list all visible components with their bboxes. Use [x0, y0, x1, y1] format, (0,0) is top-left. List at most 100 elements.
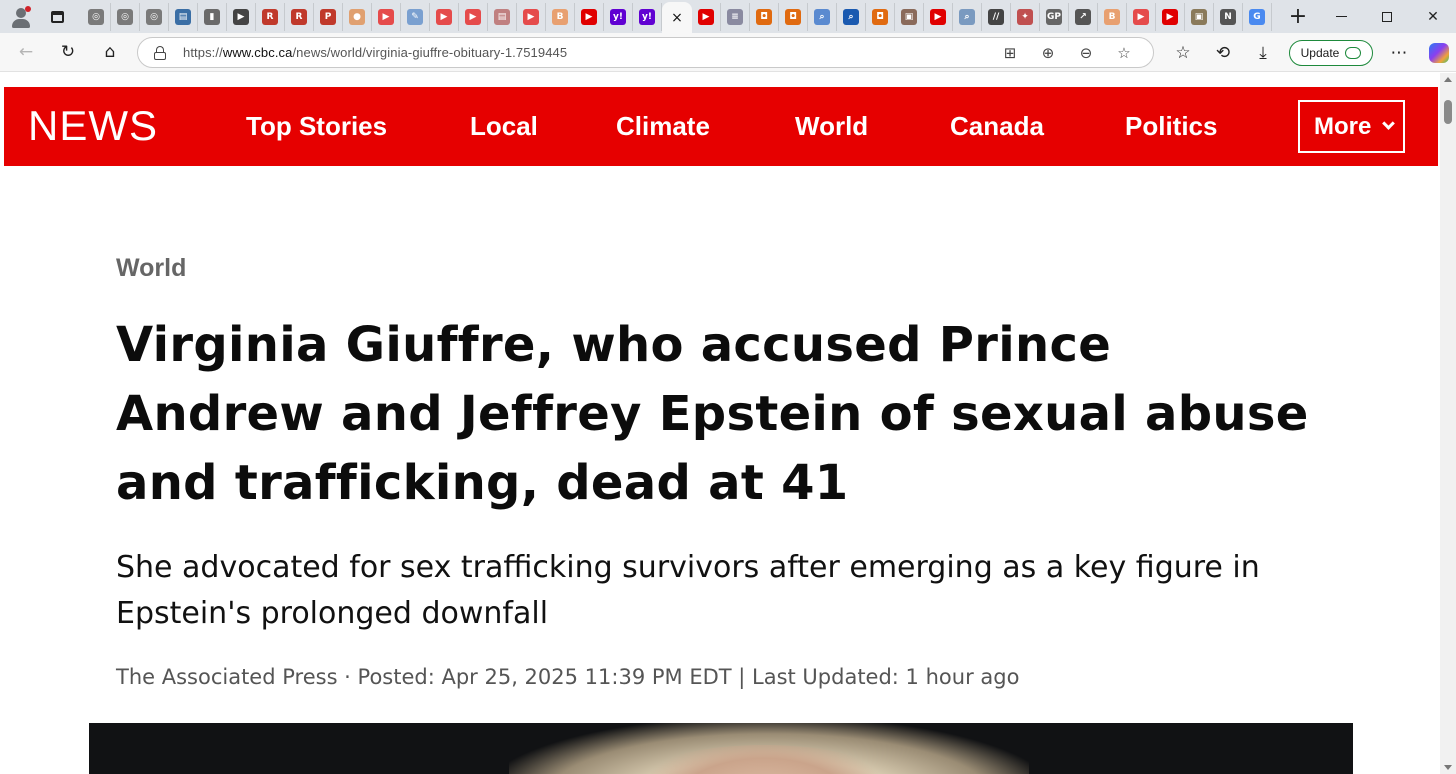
slashes-icon: //	[988, 8, 1004, 25]
youtube-icon: ▶	[378, 8, 394, 25]
active-tab[interactable]: ×	[662, 2, 692, 33]
back-arrow-icon[interactable]: ←	[8, 36, 44, 68]
maximize-button[interactable]	[1364, 0, 1410, 33]
r-logo-icon: R	[262, 8, 278, 25]
browser-tab[interactable]: ✎	[401, 2, 430, 31]
browser-tab[interactable]: ▮	[198, 2, 227, 31]
close-tab-icon[interactable]: ×	[671, 10, 683, 26]
browser-tab[interactable]: ▶	[459, 2, 488, 31]
history-icon[interactable]: ⟲	[1203, 37, 1243, 69]
globe-icon: ◎	[88, 8, 104, 25]
browser-tab[interactable]: ◎	[111, 2, 140, 31]
browser-tab[interactable]: ↗	[1069, 2, 1098, 31]
globe-icon: ◎	[117, 8, 133, 25]
nav-local[interactable]: Local	[470, 111, 538, 141]
more-label: More	[1314, 112, 1372, 140]
browser-tab[interactable]: B	[1098, 2, 1127, 31]
browser-tab[interactable]: GP	[1040, 2, 1069, 31]
r-logo-icon: R	[291, 8, 307, 25]
nav-top-stories[interactable]: Top Stories	[246, 111, 387, 141]
bookmark-icon: ◘	[872, 8, 888, 25]
browser-tab[interactable]: N	[1214, 2, 1243, 31]
browser-tab[interactable]: ⌕	[953, 2, 982, 31]
page-scrollbar[interactable]	[1440, 73, 1456, 774]
browser-tab[interactable]: ◘	[750, 2, 779, 31]
apps-icon[interactable]: ⊞	[991, 44, 1029, 62]
tab-list: ◎ ◎ ◎ ▤ ▮ ▶ R R P ● ▶ ✎ ▶ ▶ ▤ ▶ B ▶ y! y! × ▶ ≡ ◘ ◘ ⌕ ⌕ ◘ ▣ ▶ ⌕//✦ GP ↗ B…	[82, 0, 1310, 33]
reader-more-icon[interactable]: ⊖	[1067, 44, 1105, 62]
browser-tab[interactable]: ▶	[517, 2, 546, 31]
browser-tab[interactable]: ▶	[372, 2, 401, 31]
nav-more-button[interactable]: More	[1298, 100, 1405, 153]
update-button[interactable]: Update	[1289, 39, 1373, 66]
browser-tab[interactable]: ▶	[1127, 2, 1156, 31]
lock-icon[interactable]	[153, 45, 167, 60]
circle-icon: ●	[349, 8, 365, 25]
youtube-icon: ▶	[436, 8, 452, 25]
browser-tab[interactable]: ◘	[779, 2, 808, 31]
nav-world[interactable]: World	[795, 111, 868, 141]
g-logo-icon: G	[1249, 8, 1265, 25]
browser-tab[interactable]: ⌕	[837, 2, 866, 31]
favorite-star-icon[interactable]: ☆	[1105, 44, 1143, 62]
copilot-icon[interactable]	[1419, 37, 1456, 69]
article-category[interactable]: World	[116, 254, 186, 283]
yahoo-icon: y!	[610, 8, 626, 25]
browser-tab[interactable]: R	[256, 2, 285, 31]
more-options-icon[interactable]: ⋯	[1379, 37, 1419, 69]
article-hero-image	[89, 723, 1353, 774]
browser-tab[interactable]: ▤	[169, 2, 198, 31]
address-bar[interactable]: https://www.cbc.ca/news/world/virginia-g…	[137, 37, 1154, 68]
browser-tab[interactable]: ⌕	[808, 2, 837, 31]
nav-politics[interactable]: Politics	[1125, 111, 1217, 141]
favorites-icon[interactable]: ☆	[1163, 37, 1203, 69]
browser-tab[interactable]: ▶	[430, 2, 459, 31]
url-text[interactable]: https://www.cbc.ca/news/world/virginia-g…	[183, 45, 567, 60]
browser-tab[interactable]: ▤	[488, 2, 517, 31]
browser-tab[interactable]: ▶	[924, 2, 953, 31]
nav-canada[interactable]: Canada	[950, 111, 1044, 141]
cbc-news-logo[interactable]: NEWS	[28, 104, 158, 148]
browser-tab[interactable]: P	[314, 2, 343, 31]
n-logo-icon: N	[1220, 8, 1236, 25]
browser-tab[interactable]: ▣	[895, 2, 924, 31]
search-icon: ⌕	[843, 8, 859, 25]
browser-tab[interactable]: y!	[604, 2, 633, 31]
bookmark-icon: ◘	[785, 8, 801, 25]
browser-tab[interactable]: ◘	[866, 2, 895, 31]
site-navbar: NEWS Top Stories Local Climate World Can…	[4, 87, 1438, 166]
browser-tab[interactable]: B	[546, 2, 575, 31]
youtube-icon: ▶	[930, 8, 946, 25]
browser-tab[interactable]: ▶	[227, 2, 256, 31]
browser-tab[interactable]: ≡	[721, 2, 750, 31]
update-label: Update	[1300, 45, 1340, 60]
profile-avatar-icon[interactable]	[8, 4, 34, 30]
photo-icon: ▣	[1191, 8, 1207, 25]
search-icon: ⌕	[959, 8, 975, 25]
browser-tab[interactable]: y!	[633, 2, 662, 31]
downloads-icon[interactable]: ⤓	[1243, 37, 1283, 69]
browser-tab[interactable]: ▶	[1156, 2, 1185, 31]
browser-tab[interactable]: //	[982, 2, 1011, 31]
refresh-icon[interactable]: ↻	[50, 36, 86, 68]
tab-actions-icon[interactable]	[44, 4, 70, 30]
new-tab-button[interactable]: +	[1286, 5, 1310, 28]
yahoo-icon: y!	[639, 8, 655, 25]
zoom-icon[interactable]: ⊕	[1029, 44, 1067, 62]
home-icon[interactable]: ⌂	[92, 36, 128, 68]
browser-tab[interactable]: ◎	[82, 2, 111, 31]
bird-icon: ✦	[1017, 8, 1033, 25]
minimize-button[interactable]	[1318, 0, 1364, 33]
browser-tab[interactable]: ▣	[1185, 2, 1214, 31]
browser-tab[interactable]: ✦	[1011, 2, 1040, 31]
close-window-button[interactable]: ✕	[1410, 0, 1456, 33]
browser-tab[interactable]: ●	[343, 2, 372, 31]
browser-tab[interactable]: ◎	[140, 2, 169, 31]
browser-tab[interactable]: ▶	[575, 2, 604, 31]
browser-tab[interactable]: R	[285, 2, 314, 31]
update-status-icon	[1345, 46, 1362, 59]
nav-climate[interactable]: Climate	[616, 111, 710, 141]
browser-tab[interactable]: ▶	[692, 2, 721, 31]
browser-toolbar: ← ↻ ⌂ https://www.cbc.ca/news/world/virg…	[0, 33, 1456, 72]
browser-tab[interactable]: G	[1243, 2, 1272, 31]
